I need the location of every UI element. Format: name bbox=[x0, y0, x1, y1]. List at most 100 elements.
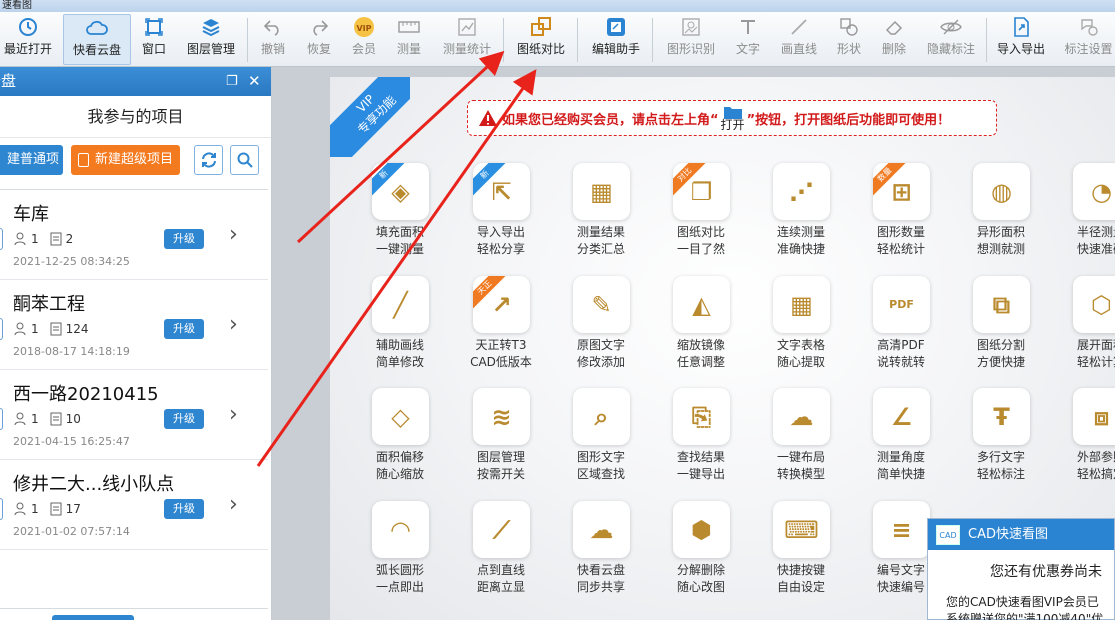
feature-fill-area[interactable]: 新 ◈ 填充面积 一键测量 bbox=[360, 163, 440, 273]
feature-icon-box: ≋ bbox=[473, 388, 530, 445]
feature-keyboard[interactable]: ⌨ 快捷按键 自由设定 bbox=[761, 501, 841, 611]
feature-pdf[interactable]: PDF 高清PDF 说转就转 bbox=[861, 276, 941, 386]
new-super-project-button[interactable]: 新建超级项目 bbox=[71, 145, 180, 175]
toolbar-drawing-compare[interactable]: 图纸对比 bbox=[514, 14, 568, 65]
project-item[interactable]: 酮苯工程 1 124 2018-08-17 14:18:19 升级 › bbox=[0, 280, 268, 370]
feature-table-extract[interactable]: ▦ 文字表格 随心提取 bbox=[761, 276, 841, 386]
toolbar-vip[interactable]: VIP 会员 bbox=[349, 14, 379, 65]
scroll-indicator bbox=[52, 615, 134, 620]
feature-point-line[interactable]: ⟋ 点到直线 距离立显 bbox=[461, 501, 541, 611]
toolbar-shape[interactable]: 形状 bbox=[834, 14, 864, 65]
toolbar-edit-assistant[interactable]: 编辑助手 bbox=[589, 14, 643, 65]
feature-layout-convert[interactable]: ☁ 一键布局 转换模型 bbox=[761, 388, 841, 498]
notice-text-after: ”按钮，打开图纸后功能即可使用！ bbox=[746, 112, 951, 128]
feature-icon-box: PDF bbox=[873, 276, 930, 333]
toolbar-cloud-disk[interactable]: 快看云盘 bbox=[63, 14, 131, 65]
chevron-right-icon[interactable]: › bbox=[229, 222, 238, 247]
feature-compare[interactable]: 对比 ❐ 图纸对比 一目了然 bbox=[661, 163, 741, 273]
feature-arc[interactable]: ◠ 弧长圆形 一点即出 bbox=[360, 501, 440, 611]
toolbar-import-export[interactable]: 导入导出 bbox=[994, 14, 1048, 65]
feature-line2: 准确快捷 bbox=[776, 242, 825, 256]
search-button[interactable] bbox=[230, 145, 259, 175]
toolbar-measure-stats[interactable]: 测量统计 bbox=[440, 14, 494, 65]
feature-icon-box: ◭ bbox=[673, 276, 730, 333]
feature-shape-count[interactable]: 数量 ⊞ 图形数量 轻松统计 bbox=[861, 163, 941, 273]
upgrade-button[interactable]: 升级 bbox=[164, 409, 204, 429]
project-meta: 1 124 bbox=[14, 322, 89, 336]
sync-button[interactable] bbox=[194, 145, 223, 175]
popup-title: CAD快速看图 bbox=[968, 527, 1048, 542]
window-title: 速看图 bbox=[0, 0, 1115, 12]
angle-icon: ∠ bbox=[890, 402, 913, 431]
upgrade-button[interactable]: 升级 bbox=[164, 499, 204, 519]
feature-radius[interactable]: ◔ 半径测量快速准确 bbox=[1061, 163, 1115, 273]
feature-line2: 转换模型 bbox=[776, 467, 825, 481]
main-toolbar: 最近打开 快看云盘 窗口 图层管理 撤销 恢复 VIP 会员 测量 测量统计 图… bbox=[0, 12, 1115, 67]
feature-convert[interactable]: 天正 ↗ 天正转T3 CAD低版本 bbox=[461, 276, 541, 386]
feature-unfold-area[interactable]: ⬡ 展开面积轻松计算 bbox=[1061, 276, 1115, 386]
chevron-right-icon[interactable]: › bbox=[229, 492, 238, 517]
split-icon: ⧉ bbox=[992, 290, 1011, 319]
feature-split[interactable]: ⧉ 图纸分割 方便快捷 bbox=[961, 276, 1041, 386]
feature-aux-line[interactable]: ╱ 辅助画线 简单修改 bbox=[360, 276, 440, 386]
toolbar-draw-line[interactable]: 画直线 bbox=[778, 14, 820, 65]
feature-cloud-sync[interactable]: ☁ 快看云盘 同步共享 bbox=[561, 501, 641, 611]
feature-layers[interactable]: ≋ 图层管理 按需开关 bbox=[461, 388, 541, 498]
app-logo-icon: CAD bbox=[936, 524, 960, 545]
new-normal-project-button[interactable]: 建普通项目 bbox=[0, 145, 63, 197]
feature-line2: 轻松计算 bbox=[1076, 355, 1115, 369]
toolbar-hide-annotation[interactable]: 隐藏标注 bbox=[924, 14, 978, 65]
feature-import-export[interactable]: 新 ⇱ 导入导出 轻松分享 bbox=[461, 163, 541, 273]
member-count: 1 bbox=[31, 232, 39, 246]
project-meta: 1 17 bbox=[14, 502, 81, 516]
toolbar-undo[interactable]: 撤销 bbox=[258, 14, 288, 65]
chevron-right-icon[interactable]: › bbox=[229, 312, 238, 337]
feature-mirror[interactable]: ◭ 缩放镜像 任意调整 bbox=[661, 276, 741, 386]
feature-export-result[interactable]: ⎘ 查找结果 一键导出 bbox=[661, 388, 741, 498]
feature-icon-box: ◇ bbox=[372, 388, 429, 445]
project-item[interactable]: 西一路20210415 1 10 2021-04-15 16:25:47 升级 › bbox=[0, 370, 268, 460]
upgrade-button[interactable]: 升级 bbox=[164, 319, 204, 339]
restore-icon[interactable]: ❐ bbox=[226, 67, 238, 96]
upgrade-button[interactable]: 升级 bbox=[164, 229, 204, 249]
layout-convert-icon: ☁ bbox=[789, 402, 814, 431]
feature-explode[interactable]: ⬢ 分解删除 随心改图 bbox=[661, 501, 741, 611]
continuous-measure-icon: ⋰ bbox=[789, 177, 814, 206]
feature-text-edit[interactable]: ✎ 原图文字 修改添加 bbox=[561, 276, 641, 386]
chevron-right-icon[interactable]: › bbox=[229, 402, 238, 427]
feature-measure-summary[interactable]: ▦ 测量结果 分类汇总 bbox=[561, 163, 641, 273]
feature-icon-box: ◠ bbox=[372, 501, 429, 558]
feature-area-offset[interactable]: ◇ 面积偏移 随心缩放 bbox=[360, 388, 440, 498]
feature-line2: 轻松标注 bbox=[976, 467, 1025, 481]
project-item[interactable]: 修井二大...线小队点 1 17 2021-01-02 07:57:14 升级 › bbox=[0, 460, 268, 550]
feature-irregular-area[interactable]: ◍ 异形面积 想测就测 bbox=[961, 163, 1041, 273]
toolbar-delete[interactable]: 删除 bbox=[879, 14, 909, 65]
member-icon bbox=[14, 322, 26, 336]
feature-multiline-text[interactable]: Ŧ 多行文字 轻松标注 bbox=[961, 388, 1041, 498]
feature-icon-box: ⟋ bbox=[473, 501, 530, 558]
feature-xref[interactable]: ⧈ 外部参照轻松搞定 bbox=[1061, 388, 1115, 498]
feature-continuous-measure[interactable]: ⋰ 连续测量 准确快捷 bbox=[761, 163, 841, 273]
toolbar-text[interactable]: 文字 bbox=[733, 14, 763, 65]
feature-angle[interactable]: ∠ 测量角度 简单快捷 bbox=[861, 388, 941, 498]
project-date: 2021-04-15 16:25:47 bbox=[13, 435, 130, 448]
keyboard-icon: ⌨ bbox=[784, 515, 819, 544]
toolbar-recent-open[interactable]: 最近打开 bbox=[0, 14, 56, 65]
feature-line1: 缩放镜像 bbox=[676, 338, 725, 352]
toolbar-redo[interactable]: 恢复 bbox=[304, 14, 334, 65]
feature-line1: 图纸对比 bbox=[676, 225, 725, 239]
area-offset-icon: ◇ bbox=[391, 402, 410, 431]
project-item[interactable]: 车库 1 2 2021-12-25 08:34:25 升级 › bbox=[0, 190, 268, 280]
feature-text-search[interactable]: ⌕ 图形文字 区域查找 bbox=[561, 388, 641, 498]
panel-actions: 建普通项目 新建超级项目 bbox=[0, 138, 271, 197]
toolbar-measure[interactable]: 测量 bbox=[394, 14, 424, 65]
feature-line2: 想测就测 bbox=[976, 242, 1025, 256]
panel-header: 云盘 ❐ ✕ bbox=[0, 67, 271, 96]
toolbar-annotation-settings[interactable]: 标注设置 bbox=[1062, 14, 1115, 65]
file-icon bbox=[50, 412, 62, 426]
toolbar-layer-manage[interactable]: 图层管理 bbox=[184, 14, 238, 65]
toolbar-window[interactable]: 窗口 bbox=[138, 14, 170, 65]
feature-line2: 随心缩放 bbox=[375, 467, 424, 481]
toolbar-shape-recognize[interactable]: 图形识别 bbox=[664, 14, 718, 65]
close-icon[interactable]: ✕ bbox=[248, 67, 261, 96]
